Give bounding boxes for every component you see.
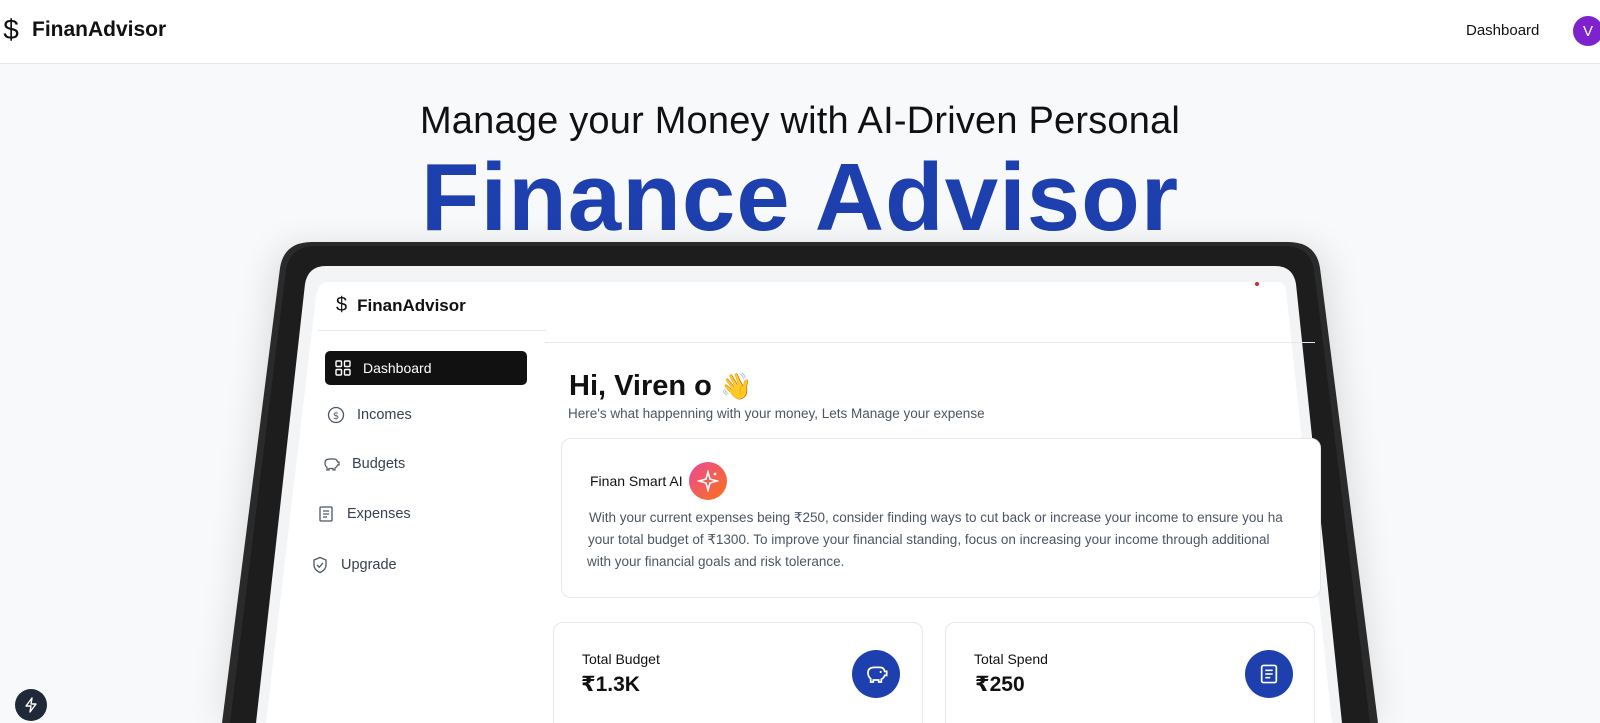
sidebar-divider — [318, 330, 546, 331]
dollar-icon: $ — [336, 294, 348, 316]
circle-dollar-icon: $ — [327, 406, 345, 424]
stat-value: ₹1.3K — [581, 673, 640, 696]
notification-dot — [1255, 282, 1259, 286]
shield-check-icon — [313, 556, 327, 574]
piggy-bank-icon — [852, 650, 900, 698]
sparkles-icon — [689, 462, 727, 500]
sidebar-item-label: Incomes — [357, 407, 412, 423]
ai-advice-line: your total budget of ₹1300. To improve y… — [588, 532, 1270, 547]
receipt-icon — [1245, 650, 1293, 698]
greeting-subtitle: Here's what happenning with your money, … — [568, 406, 985, 421]
layout-grid-icon — [335, 360, 351, 376]
svg-text:$: $ — [333, 411, 339, 422]
sidebar-item-budgets[interactable]: Budgets — [322, 455, 405, 473]
sidebar-item-label: Expenses — [347, 506, 411, 522]
greeting-text: Hi, Viren o — [569, 370, 712, 402]
waving-hand-icon: 👋 — [719, 371, 753, 401]
sidebar-item-label: Budgets — [352, 456, 406, 472]
sidebar-item-incomes[interactable]: $ Incomes — [327, 406, 412, 424]
greeting-heading: Hi, Viren o 👋 — [569, 370, 752, 403]
app-preview: $ FinanAdvisor Dashboard $ Incomes Budge… — [0, 0, 1600, 723]
sidebar-item-dashboard[interactable]: Dashboard — [325, 351, 527, 385]
bolt-icon[interactable] — [15, 689, 47, 721]
sidebar-item-upgrade[interactable]: Upgrade — [311, 556, 397, 574]
sidebar-item-label: Dashboard — [363, 360, 432, 376]
preview-brand: $ FinanAdvisor — [336, 294, 466, 317]
stat-value: ₹250 — [975, 673, 1025, 696]
sidebar-item-expenses[interactable]: Expenses — [317, 505, 411, 523]
header-divider — [545, 342, 1315, 343]
stat-label: Total Spend — [974, 651, 1048, 667]
sidebar-item-label: Upgrade — [341, 557, 397, 573]
receipt-icon — [319, 506, 333, 522]
ai-advice-line: with your financial goals and risk toler… — [587, 554, 845, 569]
preview-brand-name: FinanAdvisor — [357, 295, 466, 315]
ai-card-title: Finan Smart AI — [590, 473, 683, 489]
ai-advice-line: With your current expenses being ₹250, c… — [589, 510, 1283, 525]
piggy-bank-icon — [324, 458, 340, 471]
stat-label: Total Budget — [582, 651, 660, 667]
